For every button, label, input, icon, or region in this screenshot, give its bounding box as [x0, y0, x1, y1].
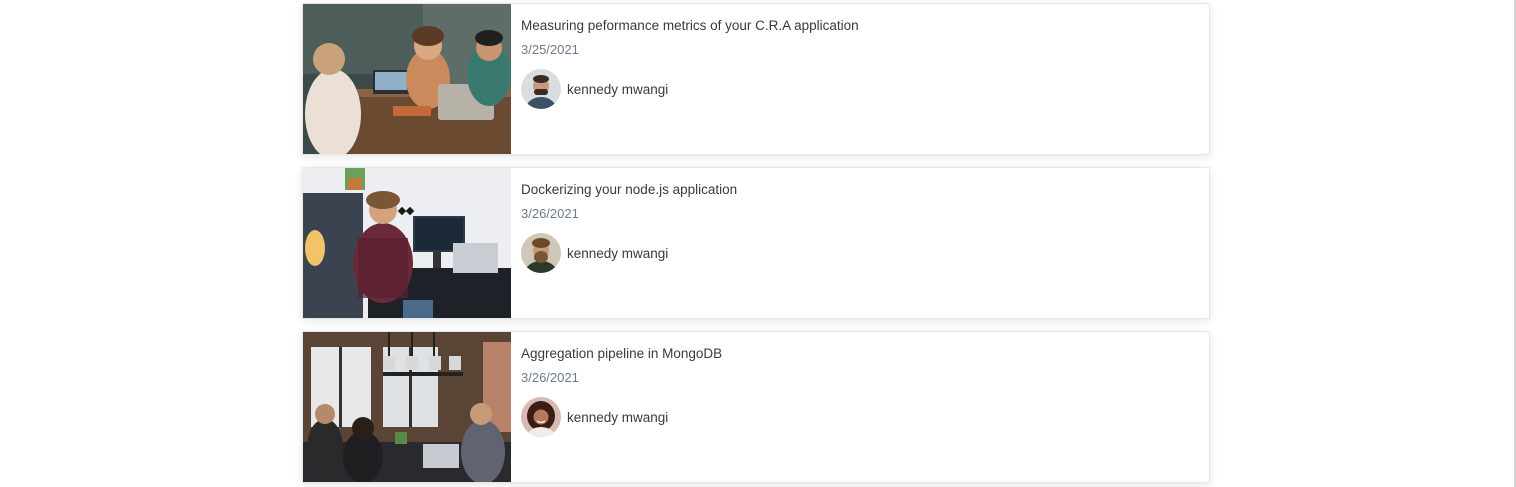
post-card[interactable]: Aggregation pipeline in MongoDB 3/26/202… — [302, 331, 1210, 483]
post-title-link[interactable]: Aggregation pipeline in MongoDB — [521, 345, 722, 362]
post-date: 3/25/2021 — [521, 42, 579, 57]
post-date: 3/26/2021 — [521, 370, 579, 385]
author-name[interactable]: kennedy mwangi — [567, 246, 668, 261]
post-thumbnail-image[interactable] — [303, 4, 511, 154]
author-name[interactable]: kennedy mwangi — [567, 82, 668, 97]
post-title-link[interactable]: Measuring peformance metrics of your C.R… — [521, 17, 859, 34]
post-date: 3/26/2021 — [521, 206, 579, 221]
post-author[interactable]: kennedy mwangi — [521, 69, 1209, 109]
man-portrait-avatar-icon — [521, 69, 561, 109]
post-author[interactable]: kennedy mwangi — [521, 233, 1209, 273]
post-info: Dockerizing your node.js application 3/2… — [511, 168, 1209, 318]
post-card[interactable]: Dockerizing your node.js application 3/2… — [302, 167, 1210, 319]
post-author[interactable]: kennedy mwangi — [521, 397, 1209, 437]
curly-hair-woman-avatar-icon — [521, 397, 561, 437]
post-thumbnail-image[interactable] — [303, 168, 511, 318]
post-feed: Measuring peformance metrics of your C.R… — [302, 3, 1210, 487]
post-title-link[interactable]: Dockerizing your node.js application — [521, 181, 737, 198]
post-info: Measuring peformance metrics of your C.R… — [511, 4, 1209, 154]
post-card[interactable]: Measuring peformance metrics of your C.R… — [302, 3, 1210, 155]
page: Measuring peformance metrics of your C.R… — [0, 0, 1516, 487]
post-info: Aggregation pipeline in MongoDB 3/26/202… — [511, 332, 1209, 482]
author-name[interactable]: kennedy mwangi — [567, 410, 668, 425]
post-thumbnail-image[interactable] — [303, 332, 511, 482]
bearded-man-avatar-icon — [521, 233, 561, 273]
